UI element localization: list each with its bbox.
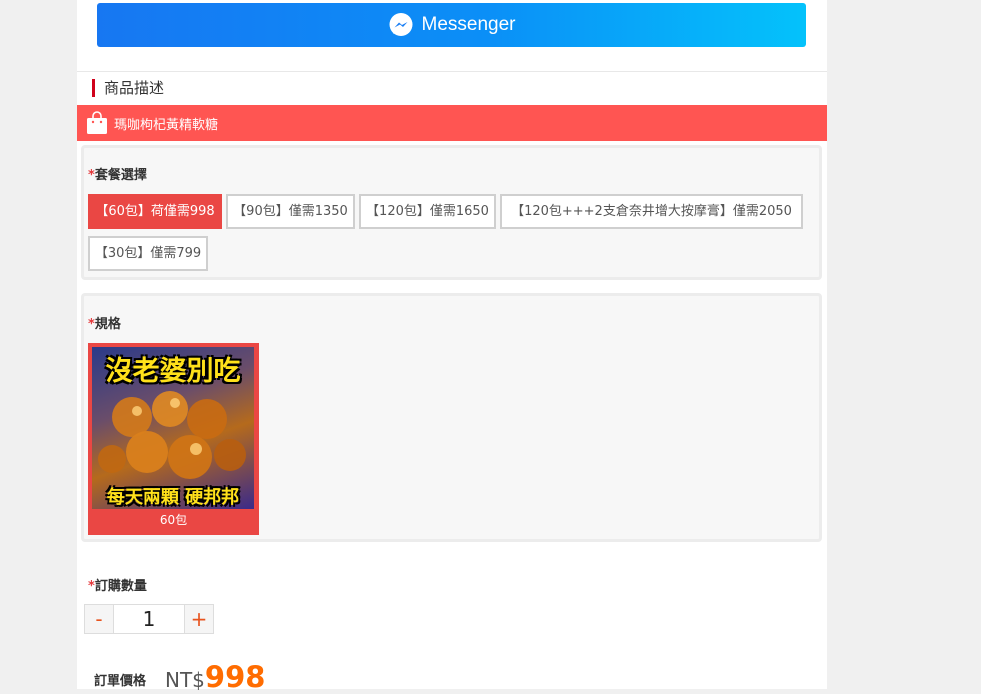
quantity-label-text: 訂購數量 <box>94 579 147 594</box>
package-option-90[interactable]: 【90包】僅需1350 <box>226 194 355 229</box>
spec-label-text: 規格 <box>94 317 121 332</box>
product-image: 沒老婆別吃 每天兩顆 硬邦邦 <box>92 347 254 509</box>
required-mark: * <box>88 317 95 332</box>
product-panel: Messenger 商品描述 瑪咖枸杞黃精軟糖 *套餐選擇 【60包】荷僅需99… <box>77 0 827 694</box>
quantity-stepper: - 1 + <box>84 604 214 634</box>
messenger-button[interactable]: Messenger <box>97 3 806 47</box>
price-currency: NT$ <box>165 668 205 692</box>
required-mark: * <box>88 579 95 594</box>
section-title-description: 商品描述 <box>92 79 164 97</box>
product-banner: 瑪咖枸杞黃精軟糖 <box>77 105 827 141</box>
spec-caption: 60包 <box>159 513 188 527</box>
image-text-bottom: 每天兩顆 硬邦邦 <box>106 487 240 508</box>
package-option-60[interactable]: 【60包】荷僅需998 <box>88 194 222 229</box>
package-selector: *套餐選擇 【60包】荷僅需998 【90包】僅需1350 【120包】僅需16… <box>81 145 822 280</box>
package-option-120[interactable]: 【120包】僅需1650 <box>359 194 496 229</box>
divider <box>77 71 827 72</box>
image-text-top: 沒老婆別吃 <box>105 356 241 387</box>
required-mark: * <box>88 168 95 183</box>
quantity-increase-button[interactable]: + <box>184 604 214 634</box>
package-label-text: 套餐選擇 <box>94 168 147 183</box>
shopping-bag-icon <box>86 111 108 135</box>
quantity-input[interactable]: 1 <box>114 604 184 634</box>
spec-label: *規格 <box>88 313 121 332</box>
package-option-30[interactable]: 【30包】僅需799 <box>88 236 208 271</box>
package-label: *套餐選擇 <box>88 164 147 183</box>
quantity-decrease-button[interactable]: - <box>84 604 114 634</box>
package-option-120-plus[interactable]: 【120包+++2支倉奈井增大按摩膏】僅需2050 <box>500 194 803 229</box>
banner-title: 瑪咖枸杞黃精軟糖 <box>114 117 219 133</box>
messenger-label: Messenger <box>421 14 516 35</box>
order-price-label: 訂單價格 <box>94 674 147 689</box>
spec-selector: *規格 沒老婆別吃 每天兩顆 硬邦邦 60包 <box>81 293 822 542</box>
messenger-icon <box>389 13 412 36</box>
spec-option-60[interactable]: 沒老婆別吃 每天兩顆 硬邦邦 60包 <box>88 343 259 535</box>
quantity-label: *訂購數量 <box>88 575 147 594</box>
